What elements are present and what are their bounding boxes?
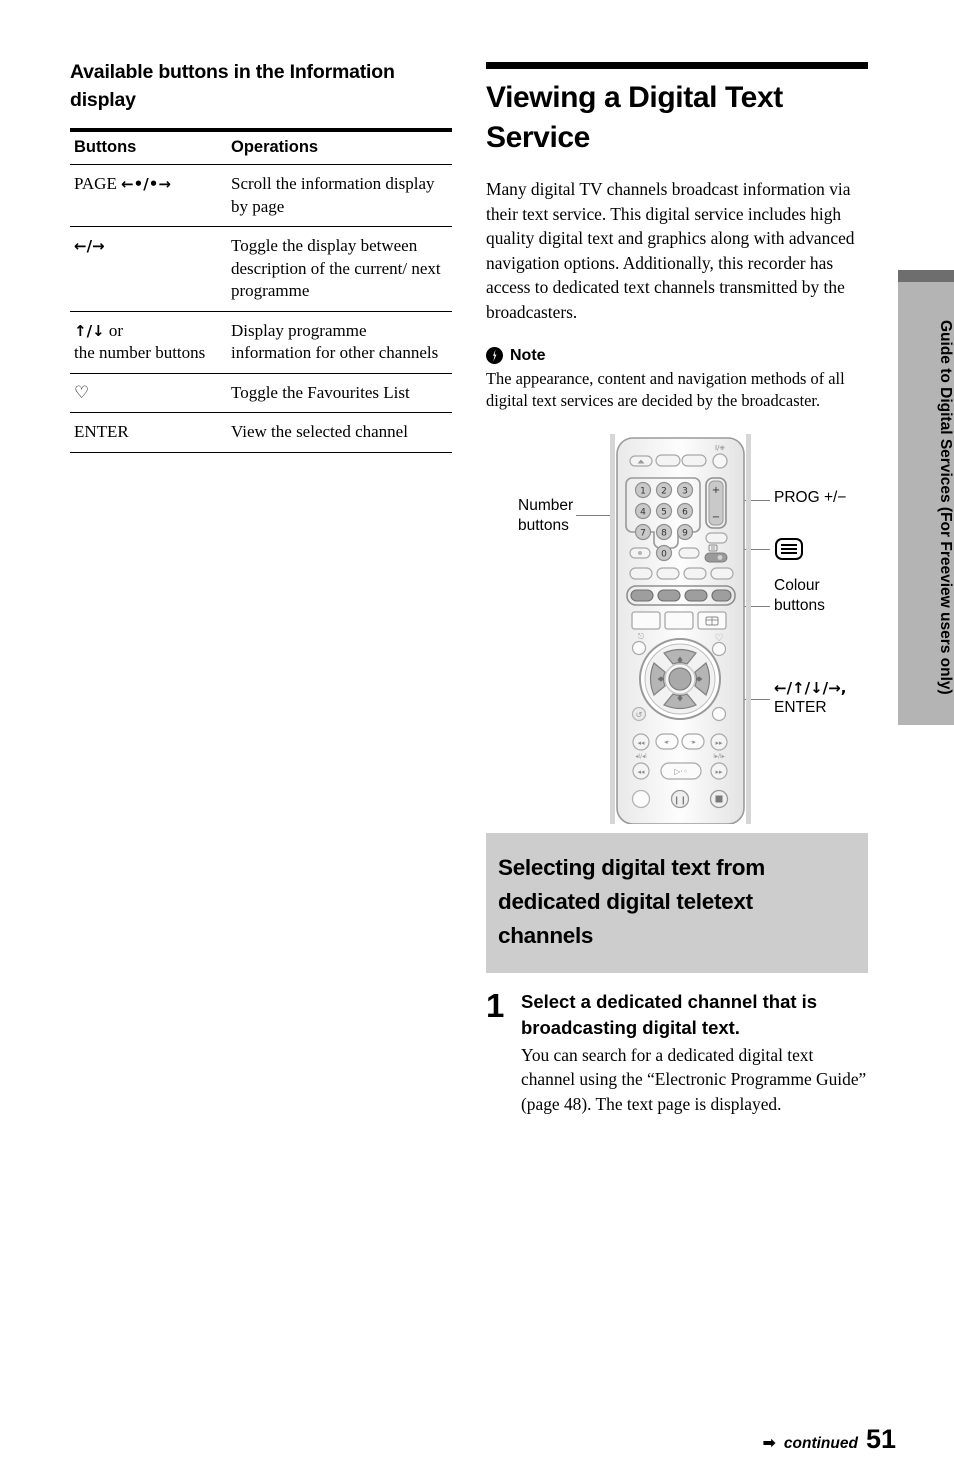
up-down-arrows-icon: ↑/↓ bbox=[74, 321, 105, 340]
svg-text:6: 6 bbox=[682, 507, 688, 517]
step-number: 1 bbox=[486, 986, 505, 1024]
svg-text:❙❙: ❙❙ bbox=[673, 795, 686, 804]
svg-text:◂◂: ◂◂ bbox=[637, 739, 645, 747]
table-cell-operation: Toggle the display between description o… bbox=[227, 226, 452, 312]
note-label: Note bbox=[510, 346, 546, 364]
svg-text:3: 3 bbox=[682, 486, 688, 496]
page-arrows-icon: ←•/•→ bbox=[121, 175, 171, 193]
step-title: Select a dedicated channel that is broad… bbox=[521, 990, 818, 1038]
subsection-heading-box: Selecting digital text from dedicated di… bbox=[486, 832, 868, 973]
svg-text:7: 7 bbox=[640, 528, 646, 538]
svg-text:↺: ↺ bbox=[636, 710, 643, 719]
table-cell-button: ♡ bbox=[70, 373, 227, 413]
heart-icon: ♡ bbox=[74, 382, 90, 403]
button-label-extra: the number buttons bbox=[74, 343, 206, 362]
table-cell-button: PAGE ←•/•→ bbox=[70, 164, 227, 227]
glyph-suffix: or bbox=[104, 320, 124, 340]
svg-text:1: 1 bbox=[640, 486, 646, 496]
title-rule bbox=[486, 62, 868, 69]
table-cell-button: ENTER bbox=[70, 412, 227, 453]
table-row: ENTER View the selected channel bbox=[70, 412, 452, 453]
side-tab-chapter-marker: Guide to Digital Services (For Freeview … bbox=[898, 270, 954, 725]
svg-text:9: 9 bbox=[682, 528, 688, 538]
table-cell-button: ↑/↓ or the number buttons bbox=[70, 311, 227, 374]
page-number: 51 bbox=[865, 1424, 896, 1454]
remote-svg: I/⎈ 1 2 3 4 5 6 7 8 9 0 + − ⎋ ♡ ↺ ◂◂ ◂· … bbox=[610, 433, 751, 825]
teletext-icon bbox=[775, 537, 803, 560]
svg-text:▸▸: ▸▸ bbox=[715, 768, 723, 776]
svg-text:◂I/◂I: ◂I/◂I bbox=[635, 753, 647, 760]
side-tab-label: Guide to Digital Services (For Freeview … bbox=[937, 320, 954, 695]
available-buttons-table: Buttons Operations PAGE ←•/•→ Scroll the… bbox=[70, 128, 452, 453]
table-cell-operation: Toggle the Favourites List bbox=[227, 373, 452, 413]
callout-prog: PROG +/− bbox=[774, 488, 847, 506]
svg-text:4: 4 bbox=[640, 507, 646, 517]
table-row: ↑/↓ or the number buttons Display progra… bbox=[70, 311, 452, 374]
svg-text:◂·: ◂· bbox=[664, 738, 670, 746]
continued-label: continued bbox=[783, 1435, 858, 1452]
svg-text:I▸/I▸: I▸/I▸ bbox=[713, 753, 725, 760]
table-cell-operation: Display programme information for other … bbox=[227, 311, 452, 374]
svg-text:2: 2 bbox=[661, 486, 667, 496]
page-footer: ➡ continued 51 bbox=[762, 1424, 896, 1455]
step-description: You can search for a dedicated digital t… bbox=[521, 1044, 867, 1114]
step-item: 1 Select a dedicated channel that is bro… bbox=[486, 986, 870, 1117]
table-cell-operation: View the selected channel bbox=[227, 412, 452, 453]
document-page: Guide to Digital Services (For Freeview … bbox=[0, 0, 954, 1483]
svg-text:I/⎈: I/⎈ bbox=[715, 444, 725, 452]
svg-text:⎋: ⎋ bbox=[638, 632, 645, 641]
section-heading: Available buttons in the Information dis… bbox=[70, 61, 395, 111]
svg-text:▸▸: ▸▸ bbox=[715, 739, 723, 747]
side-tab-cap bbox=[898, 270, 954, 282]
column-header-buttons: Buttons bbox=[70, 131, 227, 165]
left-right-arrows-icon: ←/→ bbox=[74, 237, 105, 255]
table-cell-button: ←/→ bbox=[70, 226, 227, 312]
column-header-operations: Operations bbox=[227, 131, 452, 165]
svg-text:·▸: ·▸ bbox=[690, 738, 696, 746]
callout-teletext-icon bbox=[774, 536, 804, 568]
svg-text:8: 8 bbox=[661, 528, 667, 538]
svg-text:+: + bbox=[712, 485, 720, 496]
continued-arrow-icon: ➡ bbox=[762, 1433, 776, 1452]
table-cell-operation: Scroll the information display by page bbox=[227, 164, 452, 227]
svg-text:−: − bbox=[712, 512, 720, 523]
table-row: PAGE ←•/•→ Scroll the information displa… bbox=[70, 164, 452, 227]
table-header-row: Buttons Operations bbox=[70, 131, 452, 165]
svg-text:◂◂: ◂◂ bbox=[637, 768, 645, 776]
svg-text:5: 5 bbox=[661, 507, 667, 517]
table-row: ←/→ Toggle the display between descripti… bbox=[70, 226, 452, 312]
svg-text:0: 0 bbox=[661, 549, 667, 559]
button-label: PAGE bbox=[74, 174, 117, 193]
subsection-heading: Selecting digital text from dedicated di… bbox=[498, 854, 765, 948]
intro-paragraph: Many digital TV channels broadcast infor… bbox=[486, 179, 855, 322]
table-row: ♡ Toggle the Favourites List bbox=[70, 373, 452, 413]
svg-text:▷·◦: ▷·◦ bbox=[674, 767, 687, 776]
note-paragraph: The appearance, content and navigation m… bbox=[486, 368, 845, 410]
callout-arrows-enter: ←/↑/↓/→, ENTER bbox=[774, 678, 870, 718]
left-column: Available buttons in the Information dis… bbox=[70, 58, 455, 453]
right-column: Viewing a Digital Text Service Many digi… bbox=[486, 62, 870, 1116]
enter-label: ENTER bbox=[774, 698, 827, 716]
arrows-glyph: ←/↑/↓/→, bbox=[774, 678, 847, 697]
note-heading: Note bbox=[486, 347, 870, 365]
note-bolt-icon bbox=[486, 347, 503, 365]
remote-control-illustration: I/⎈ 1 2 3 4 5 6 7 8 9 0 + − ⎋ ♡ ↺ ◂◂ ◂· … bbox=[608, 433, 753, 829]
page-title: Viewing a Digital Text Service bbox=[486, 81, 783, 154]
leader-line-number-buttons bbox=[576, 514, 612, 517]
callout-colour-buttons: Colour buttons bbox=[774, 576, 825, 614]
remote-control-diagram: Number buttons PROG +/− Colour buttons ←… bbox=[486, 428, 870, 825]
step-content: Select a dedicated channel that is broad… bbox=[521, 989, 870, 1117]
